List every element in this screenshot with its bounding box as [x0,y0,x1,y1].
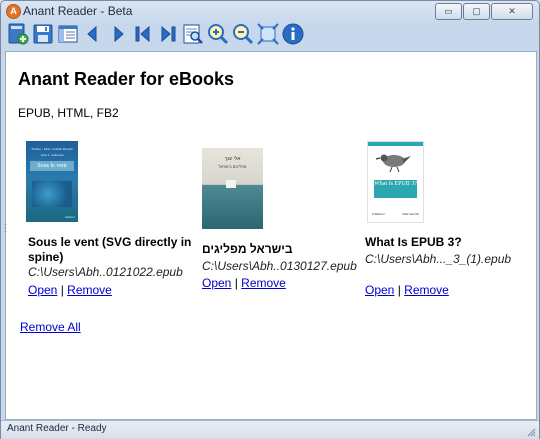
library-icon [58,25,78,43]
last-page-icon [161,25,176,43]
cover-title: Sous le vent [30,161,74,171]
cover-boat [226,180,236,188]
info-icon [282,23,304,45]
page-title: Anant Reader for eBooks [18,69,235,89]
window-title: Anant Reader - Beta [23,4,133,18]
book-cover[interactable]: Fabien - Marc-Adrien Bonjut Jean L. Aubo… [26,141,78,222]
bird-illustration [375,154,411,173]
last-page-button[interactable] [156,22,180,46]
next-icon [114,25,124,43]
cover-band [368,142,423,146]
add-book-button[interactable] [6,22,30,46]
maximize-icon: ▢ [472,6,481,16]
cover-art [32,181,72,207]
supported-formats: EPUB, HTML, FB2 [18,106,119,120]
cover-publisher: Éditeur [65,215,75,219]
resize-grip-icon[interactable] [526,427,536,437]
splitter-handle[interactable] [4,223,7,233]
save-button[interactable] [31,22,55,46]
book-title: בישראל מפליגים [202,242,293,256]
minimize-icon: ▭ [444,6,453,16]
cover-author: Fabien - Marc-Adrien Bonjut [31,147,73,151]
cover-author: Matt Garrish [402,212,419,216]
first-page-icon [135,25,150,43]
toolbar [6,22,305,48]
cover-author-2: Jean L. Aubouin [40,153,64,157]
book-title: Sous le vent (SVG directly in spine) [28,235,192,264]
open-book-link[interactable]: Open [202,276,231,290]
zoom-out-icon [233,24,254,45]
book-path: C:\Users\Abh..._3_(1).epub [365,252,512,266]
info-button[interactable] [281,22,305,46]
zoom-page-icon [183,24,203,44]
close-icon: ✕ [508,6,516,16]
book-title: What Is EPUB 3? [365,235,462,249]
open-book-link[interactable]: Open [365,283,394,297]
fit-screen-button[interactable] [256,22,280,46]
book-path: C:\Users\Abh..0130127.epub [202,259,357,273]
title-bar[interactable]: A Anant Reader - Beta ▭ ▢ ✕ [1,1,539,21]
zoom-out-button[interactable] [231,22,255,46]
zoom-page-button[interactable] [181,22,205,46]
app-icon: A [6,4,21,19]
status-text: Anant Reader - Ready [7,423,107,434]
library-button[interactable] [56,22,80,46]
save-icon [33,24,53,44]
previous-icon [87,25,97,43]
cover-title: מפליגים בישראל [218,164,247,169]
zoom-in-button[interactable] [206,22,230,46]
zoom-in-icon [208,24,229,45]
close-button[interactable]: ✕ [491,3,533,20]
cover-title: What Is EPUB 3? [374,180,417,198]
book-cover[interactable]: אלי ענך מפליגים בישראל [202,148,263,229]
remove-book-link[interactable]: Remove [241,276,286,290]
library-view: Anant Reader for eBooks EPUB, HTML, FB2 … [5,51,537,420]
previous-button[interactable] [81,22,105,46]
remove-book-link[interactable]: Remove [67,283,112,297]
maximize-button[interactable]: ▢ [463,3,490,20]
minimize-button[interactable]: ▭ [435,3,462,20]
first-page-button[interactable] [131,22,155,46]
fit-screen-icon [257,23,279,45]
status-bar: Anant Reader - Ready [1,420,539,439]
remove-all-link[interactable]: Remove All [20,320,81,334]
add-book-icon [8,23,29,45]
book-cover[interactable]: What Is EPUB 3? O'REILLY Matt Garrish [367,141,424,223]
app-window: A Anant Reader - Beta ▭ ▢ ✕ Anant Reader… [0,0,540,439]
cover-bird [375,150,412,173]
cover-publisher: O'REILLY [372,212,386,216]
book-path: C:\Users\Abh..0121022.epub [28,265,183,279]
remove-book-link[interactable]: Remove [404,283,449,297]
next-button[interactable] [106,22,130,46]
cover-author: אלי ענך [224,156,241,162]
open-book-link[interactable]: Open [28,283,57,297]
